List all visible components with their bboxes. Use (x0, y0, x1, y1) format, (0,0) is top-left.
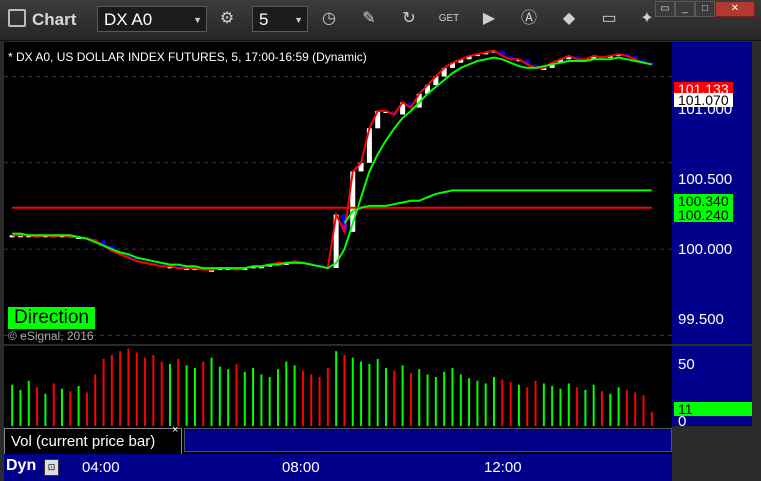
play-icon[interactable]: ▶ (478, 8, 500, 30)
chat-icon[interactable]: ▭ (598, 8, 620, 30)
get-icon[interactable]: GET (438, 8, 460, 30)
time-axis-label: 04:00 (82, 459, 120, 476)
close-button[interactable]: ✕ (715, 1, 755, 17)
volume-chart[interactable] (4, 346, 672, 426)
last-price-tag: 101.070 (674, 93, 733, 107)
chart-window-icon (8, 9, 26, 27)
gear-icon[interactable]: ⚙ (216, 8, 238, 30)
red-level-tag: 100.240 (674, 208, 733, 222)
chevron-down-icon[interactable]: ▼ (193, 7, 202, 33)
price-axis-label: 100.500 (678, 171, 733, 188)
maximize-button[interactable]: □ (695, 1, 715, 17)
alert-icon[interactable]: Ⓐ (518, 8, 540, 30)
price-axis-label: 100.000 (678, 241, 733, 258)
chevron-down-icon[interactable]: ▼ (294, 7, 303, 33)
chart-caption: * DX A0, US DOLLAR INDEX FUTURES, 5, 17:… (8, 50, 367, 64)
copyright-text: © eSignal, 2016 (8, 329, 94, 343)
red-trend-line (12, 49, 653, 271)
minimize-button[interactable]: _ (675, 1, 695, 17)
price-chart[interactable] (4, 42, 672, 344)
direction-badge: Direction (8, 307, 95, 329)
interval-value: 5 (259, 10, 269, 29)
price-chart-svg (4, 49, 672, 336)
time-axis-label: 08:00 (282, 459, 320, 476)
restore-button[interactable]: ▭ (655, 1, 675, 17)
app-title: Chart (8, 9, 76, 30)
lock-icon[interactable]: ⊡ (44, 459, 59, 476)
right-border (752, 42, 761, 481)
interval-input[interactable]: 5 ▼ (252, 6, 308, 32)
title-bar: Chart DX A0 ▼ ⚙ 5 ▼ ◷ ✎ ↻ GET ▶ Ⓐ ◆ ▭ ✦ ▭ … (0, 0, 761, 41)
dyn-label[interactable]: Dyn (6, 457, 36, 475)
study-bar: Vol (current price bar) × (4, 424, 672, 454)
clock-icon[interactable]: ◷ (318, 8, 340, 30)
volume-axis-label: 50 (678, 356, 695, 373)
volume-study-tab[interactable]: Vol (current price bar) (4, 428, 182, 454)
price-axis-label: 99.500 (678, 311, 724, 328)
refresh-icon[interactable]: ↻ (398, 8, 420, 30)
tag-icon[interactable]: ◆ (558, 8, 580, 30)
time-axis-label: 12:00 (484, 459, 522, 476)
green-level-tag: 100.340 (674, 194, 733, 208)
symbol-value: DX A0 (104, 10, 153, 29)
volume-study-label: Vol (current price bar) (11, 433, 156, 450)
pencil-icon[interactable]: ✎ (358, 8, 380, 30)
app-title-text: Chart (32, 10, 77, 29)
volume-chart-svg (11, 348, 653, 426)
close-icon[interactable]: × (172, 424, 178, 436)
study-strip (184, 428, 672, 452)
symbol-input[interactable]: DX A0 ▼ (97, 6, 207, 32)
volume-current-tag: 11 (674, 402, 752, 416)
